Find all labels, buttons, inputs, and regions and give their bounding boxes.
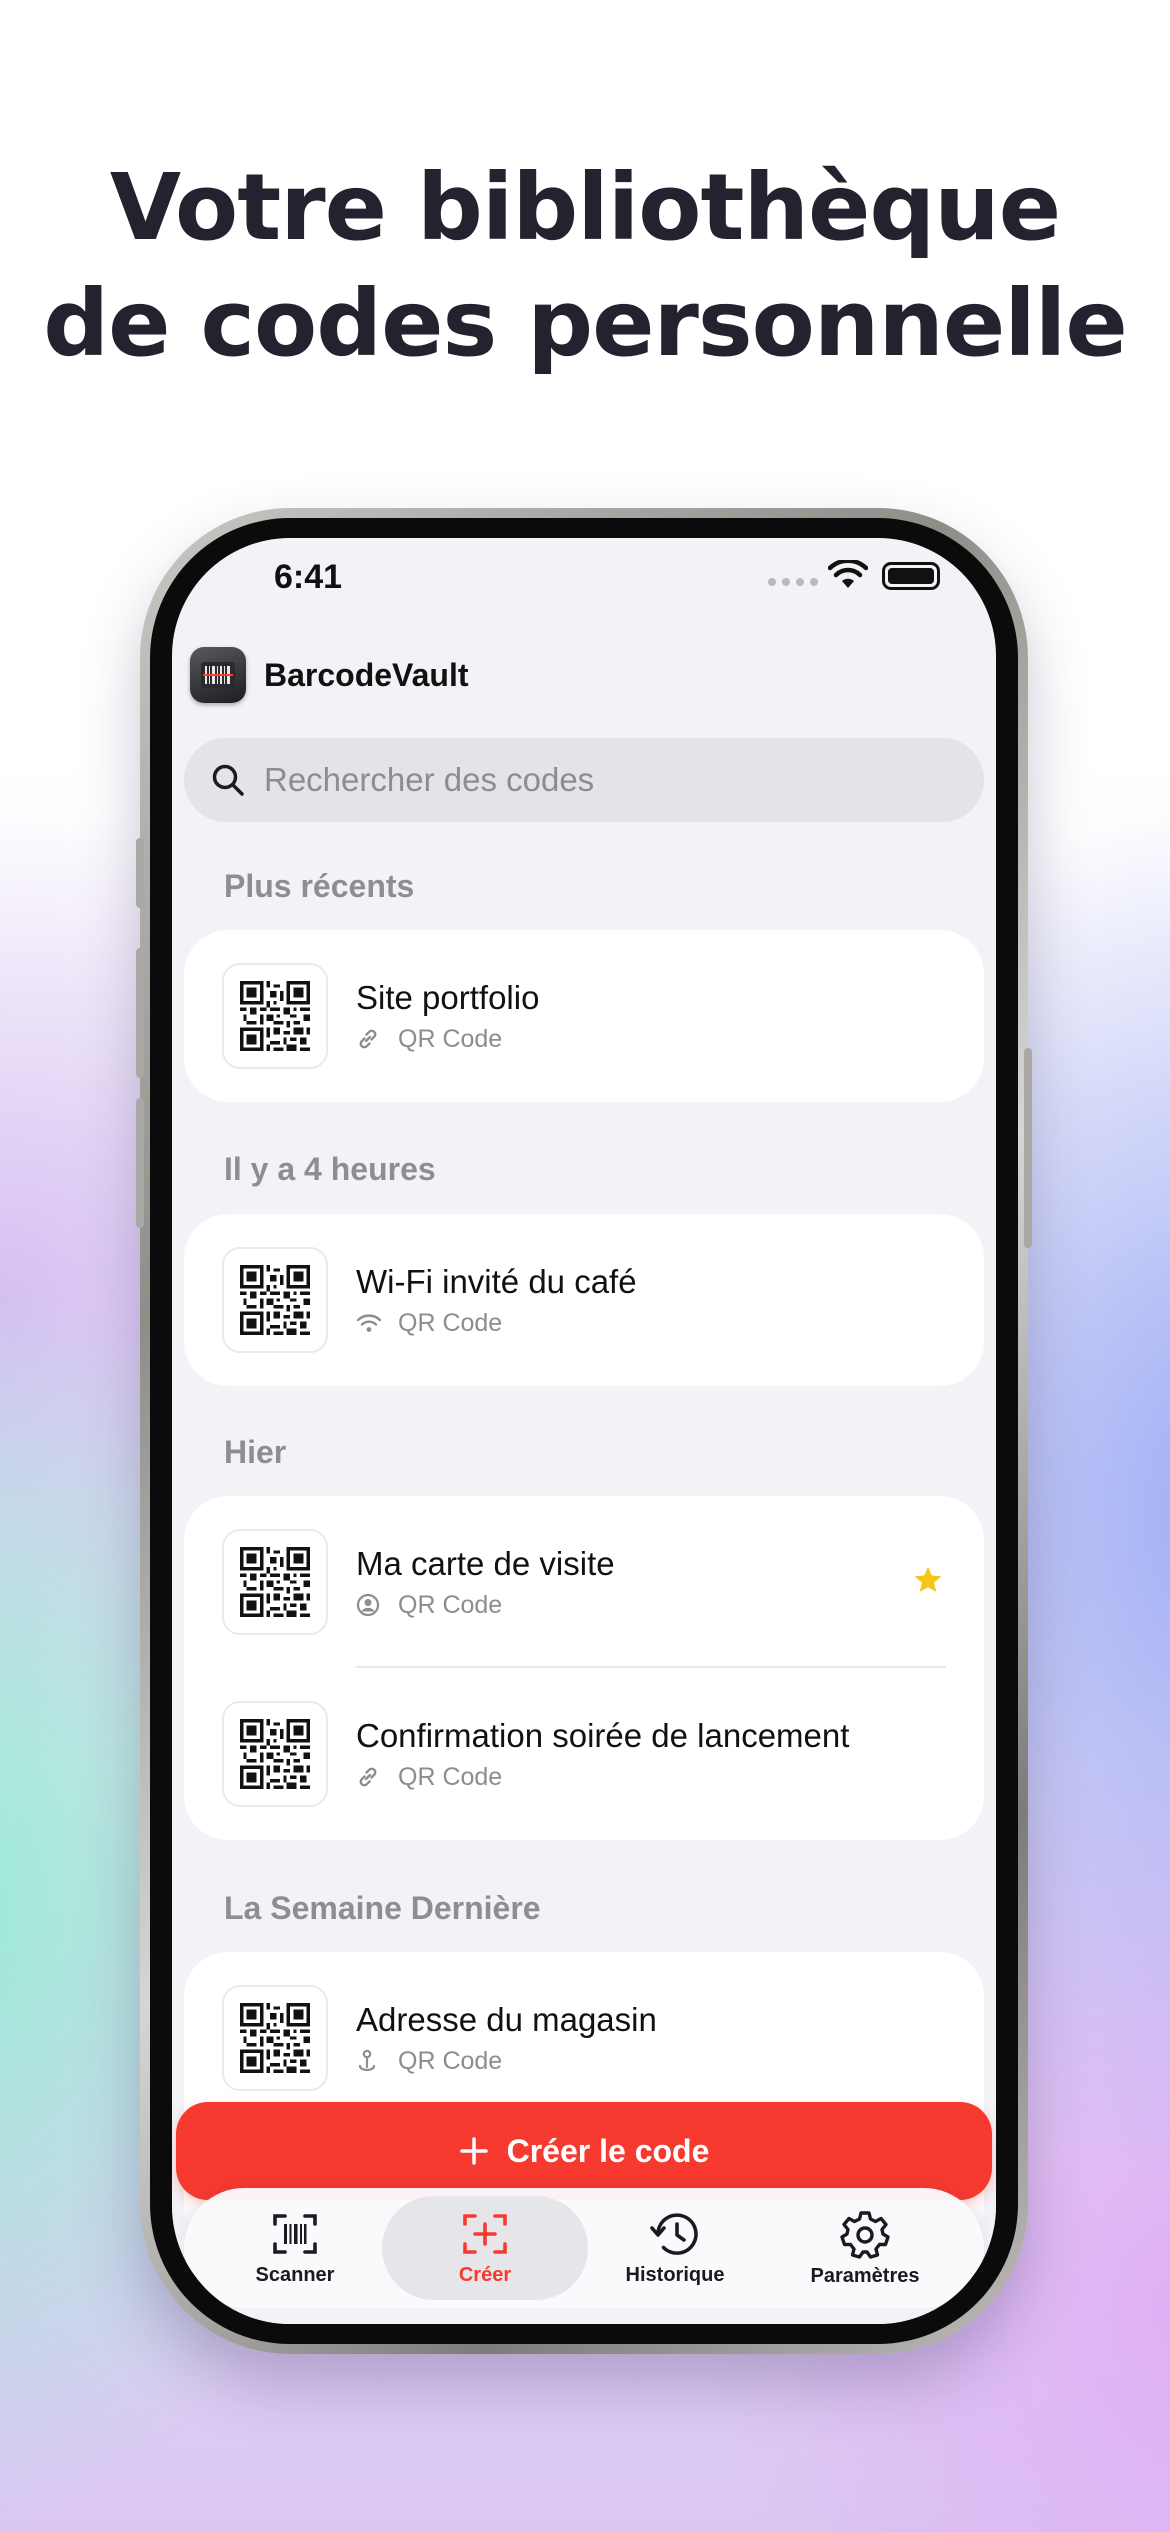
signal-dots-icon [768,578,818,586]
wifi-icon [828,560,868,588]
code-card: Ma carte de visite QR Code Confirmation … [184,1496,984,1840]
tab-scanner[interactable]: Scanner [200,2188,390,2308]
code-type: QR Code [398,1308,503,1337]
create-code-icon [463,2213,507,2254]
section-label: Hier [224,1434,287,1470]
battery-icon [882,562,940,590]
code-title: Wi-Fi invité du café [356,1262,637,1300]
code-type: QR Code [398,1762,503,1791]
app-title: BarcodeVault [264,656,469,693]
search-icon [212,764,244,796]
headline-line-1: Votre bibliothèque [109,154,1061,261]
code-title: Ma carte de visite [356,1544,615,1582]
section-label: La Semaine Dernière [224,1890,541,1926]
qr-code-thumbnail [222,1529,328,1635]
code-type: QR Code [398,2046,503,2075]
qr-code-thumbnail [222,1247,328,1353]
code-title: Confirmation soirée de lancement [356,1716,850,1754]
app-header: BarcodeVault [190,646,469,704]
code-type: QR Code [398,1024,503,1053]
section-label: Il y a 4 heures [224,1151,436,1187]
status-time: 6:41 [274,558,343,596]
tab-label: Scanner [255,2263,335,2286]
plus-icon [459,2136,489,2166]
code-type: QR Code [398,1590,503,1619]
headline-line-2: de codes personnelle [43,270,1128,377]
qr-code-thumbnail [222,1985,328,2091]
tab-label: Historique [625,2263,725,2286]
history-icon [650,2212,698,2255]
contact-icon [356,1593,384,1617]
favorite-star-icon[interactable] [912,1564,944,1596]
status-bar: 6:41 [172,538,996,628]
headline: Votre bibliothèque de codes personnelle [0,150,1170,382]
code-list-item[interactable]: Confirmation soirée de lancement QR Code [184,1668,984,1840]
gear-icon [840,2210,890,2259]
section-label: Plus récents [224,868,415,904]
code-list-item[interactable]: Wi-Fi invité du café QR Code [184,1214,984,1386]
code-list-item[interactable]: Ma carte de visite QR Code [184,1496,984,1668]
tab-history[interactable]: Historique [580,2188,770,2308]
code-card: Site portfolio QR Code [184,930,984,1102]
link-icon [356,1765,384,1789]
create-code-button[interactable]: Créer le code [176,2102,992,2200]
tab-settings[interactable]: Paramètres [770,2188,960,2308]
code-card: Wi-Fi invité du café QR Code [184,1214,984,1386]
wifi-icon [356,1312,384,1334]
location-icon [356,2049,384,2073]
tab-label: Créer [458,2263,512,2286]
code-list-item[interactable]: Adresse du magasin QR Code [184,1952,984,2124]
code-list-item[interactable]: Site portfolio QR Code [184,930,984,1102]
create-code-label: Créer le code [506,2132,710,2169]
tab-label: Paramètres [810,2264,920,2287]
barcode-app-icon[interactable] [190,647,246,703]
link-icon [356,1027,384,1051]
phone-screen: 6:41 BarcodeVault Rechercher des codes P… [172,538,996,2324]
qr-code-thumbnail [222,963,328,1069]
code-title: Adresse du magasin [356,2000,657,2038]
tab-bar: Scanner Créer Historique Paramètres [184,2188,984,2308]
search-placeholder: Rechercher des codes [264,761,595,798]
barcode-scan-icon [273,2213,317,2254]
tab-create[interactable]: Créer [382,2188,588,2308]
search-input[interactable]: Rechercher des codes [184,738,984,822]
qr-code-thumbnail [222,1701,328,1807]
code-title: Site portfolio [356,978,540,1016]
